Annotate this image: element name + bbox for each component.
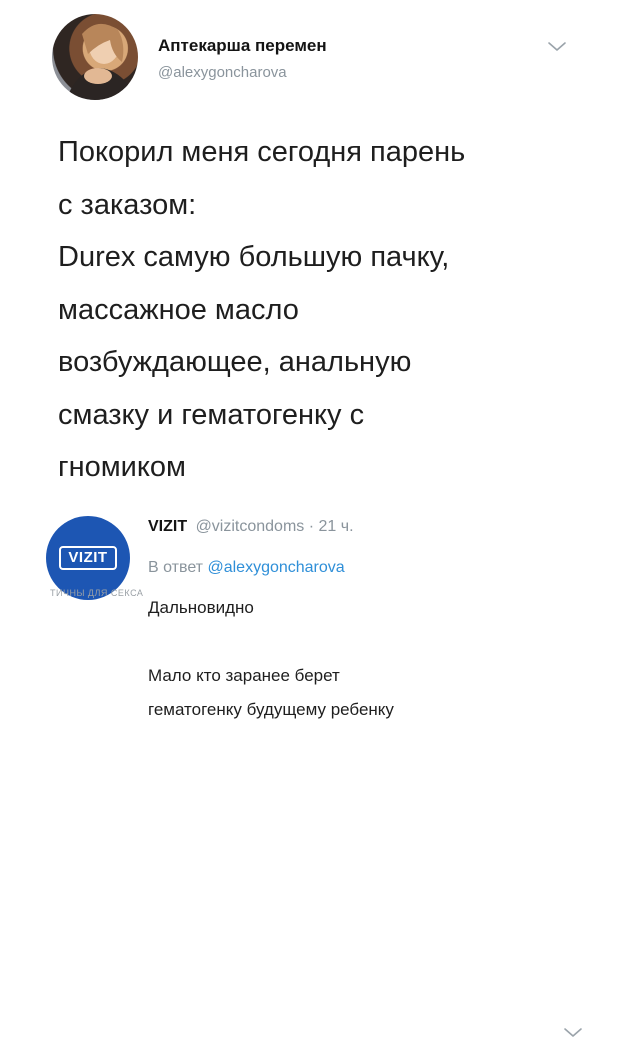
reply-text: Дальновидно Мало кто заранее берет гемат… xyxy=(148,596,588,724)
vizit-logo: VIZIT xyxy=(59,546,117,570)
tweet: Аптекарша перемен @alexygoncharova Покор… xyxy=(0,0,620,500)
author-name[interactable]: Аптекарша перемен xyxy=(158,36,327,56)
avatar-photo xyxy=(66,23,132,100)
tweet-text-line: массажное масло xyxy=(58,293,299,326)
reply-author-name[interactable]: VIZIT xyxy=(148,518,187,535)
author-handle[interactable]: @alexygoncharova xyxy=(158,64,287,81)
reply-meta: @vizitcondoms · 21 ч. xyxy=(195,518,354,535)
in-reply-to: В ответ @alexygoncharova xyxy=(148,559,345,577)
reply-text-line: Дальновидно xyxy=(148,598,254,617)
tweet-text-line: Durex самую большую пачку, xyxy=(58,241,450,273)
tweet-text-line: Покорил меня сегодня парень xyxy=(58,136,466,168)
tweet-text-line: смазку и гематогенку с xyxy=(58,398,365,431)
in-reply-to-label: В ответ xyxy=(148,559,204,576)
chevron-down-icon[interactable] xyxy=(562,1026,584,1040)
tweet-text: Покорил меня сегодня парень с заказом: D… xyxy=(58,126,598,494)
avatar[interactable] xyxy=(52,14,138,100)
tweet-text-line: возбуждающее, анальную xyxy=(58,346,412,378)
reply-text-line: Мало кто заранее берет xyxy=(148,666,340,685)
tweet-text-line: с заказом: xyxy=(58,188,197,221)
in-reply-to-handle-link[interactable]: @alexygoncharova xyxy=(207,559,344,576)
watermark: ТИЧНЫ ДЛЯ СЕКСА xyxy=(50,588,144,598)
reply-tweet: VIZIT ТИЧНЫ ДЛЯ СЕКСА VIZIT @vizitcondom… xyxy=(0,500,620,1037)
reply-text-line: гематогенку будущему ребенку xyxy=(148,700,394,719)
reply-header: VIZIT @vizitcondoms · 21 ч. xyxy=(148,518,354,536)
tweet-text-line: гномиком xyxy=(58,451,186,483)
chevron-down-icon[interactable] xyxy=(546,40,568,54)
